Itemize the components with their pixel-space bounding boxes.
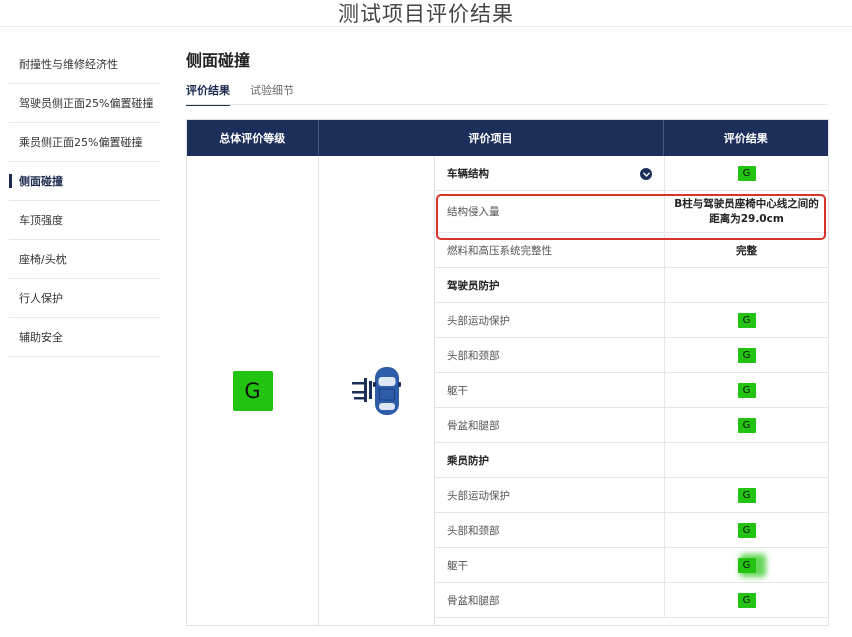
row-label: 头部和颈部 <box>435 338 665 372</box>
table-row: 乘员防护 <box>435 443 828 478</box>
table-row: 头部运动保护 G <box>435 478 828 513</box>
sidebar-item-driver-small-overlap[interactable]: 驾驶员侧正面25%偏置碰撞 <box>9 84 160 123</box>
row-label: 乘员防护 <box>435 443 665 477</box>
grade-badge: G <box>737 347 756 363</box>
table-row: 驾驶员防护 <box>435 268 828 303</box>
side-impact-car-icon <box>351 367 401 415</box>
table-row: 车辆结构 G <box>435 156 828 191</box>
grade-badge: G <box>737 312 756 328</box>
chevron-down-icon[interactable] <box>640 168 652 180</box>
row-result <box>665 443 828 477</box>
table-header: 总体评价等级 评价项目 评价结果 <box>187 120 828 156</box>
header-overall-rating: 总体评价等级 <box>187 120 319 156</box>
grade-badge: G <box>737 165 756 181</box>
row-result <box>665 268 828 302</box>
table-row: 躯干 G <box>435 373 828 408</box>
table-row: 躯干 G <box>435 548 828 583</box>
table-row: 骨盆和腿部 G <box>435 583 828 618</box>
tabs-divider <box>186 104 828 105</box>
row-label: 头部和颈部 <box>435 513 665 547</box>
tab-evaluation-results[interactable]: 评价结果 <box>186 82 230 106</box>
row-label: 躯干 <box>435 373 665 407</box>
section-title: 侧面碰撞 <box>186 51 251 70</box>
sidebar-item-side-impact[interactable]: 侧面碰撞 <box>9 162 160 201</box>
row-label: 骨盆和腿部 <box>435 583 665 617</box>
tab-test-details[interactable]: 试验细节 <box>250 82 294 106</box>
title-divider <box>0 26 852 27</box>
row-label: 头部运动保护 <box>435 303 665 337</box>
sidebar-item-seat-headrest[interactable]: 座椅/头枕 <box>9 240 160 279</box>
grade-badge: G <box>737 522 756 538</box>
sidebar-item-roof-strength[interactable]: 车顶强度 <box>9 201 160 240</box>
sidebar-item-assisted-safety[interactable]: 辅助安全 <box>9 318 160 357</box>
row-label: 车辆结构 <box>447 167 489 180</box>
sidebar-item-crashworthiness[interactable]: 耐撞性与维修经济性 <box>9 45 160 84</box>
row-label: 骨盆和腿部 <box>435 408 665 442</box>
tab-bar: 评价结果 试验细节 <box>186 82 314 106</box>
table-row: 头部和颈部 G <box>435 338 828 373</box>
page-title: 测试项目评价结果 <box>338 2 514 26</box>
table-row: 头部和颈部 G <box>435 513 828 548</box>
sidebar-item-passenger-small-overlap[interactable]: 乘员侧正面25%偏置碰撞 <box>9 123 160 162</box>
table-row: 骨盆和腿部 G <box>435 408 828 443</box>
row-label: 躯干 <box>435 548 665 582</box>
grade-badge: G <box>737 417 756 433</box>
grade-badge: G <box>737 592 756 608</box>
header-evaluation-items: 评价项目 <box>319 120 664 156</box>
grade-badge: G <box>737 382 756 398</box>
row-label: 驾驶员防护 <box>435 268 665 302</box>
side-impact-car-icon-cell <box>319 156 435 626</box>
overall-grade-badge: G <box>232 371 273 411</box>
table-row: 头部运动保护 G <box>435 303 828 338</box>
row-label: 头部运动保护 <box>435 478 665 512</box>
header-evaluation-result: 评价结果 <box>723 132 768 145</box>
overall-rating-cell: G <box>187 156 319 626</box>
highlight-annotation <box>436 194 826 240</box>
sidebar-item-pedestrian-protection[interactable]: 行人保护 <box>9 279 160 318</box>
grade-badge: G <box>737 557 756 573</box>
grade-badge: G <box>737 487 756 503</box>
sidebar: 耐撞性与维修经济性 驾驶员侧正面25%偏置碰撞 乘员侧正面25%偏置碰撞 侧面碰… <box>9 45 160 357</box>
